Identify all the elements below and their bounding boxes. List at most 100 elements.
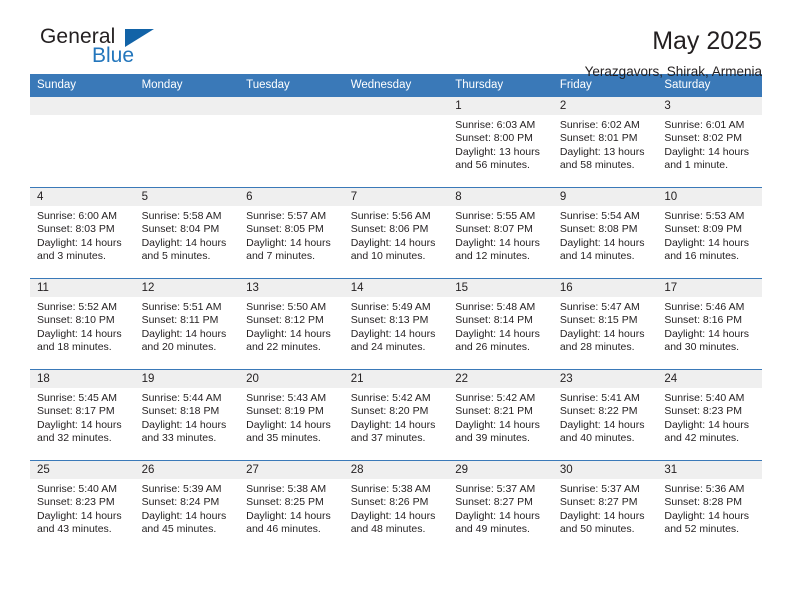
sunrise-text: Sunrise: 5:57 AM: [246, 210, 327, 222]
sunset-text: Sunset: 8:21 PM: [455, 405, 533, 418]
day-details: Sunrise: 5:51 AM Sunset: 8:11 PM Daylight:…: [135, 297, 240, 355]
daylight-text-line1: Daylight: 14 hours: [559, 509, 645, 522]
day-details: Sunrise: 5:42 AM Sunset: 8:20 PM Daylight:…: [344, 388, 449, 446]
calendar-day-cell[interactable]: 10 Sunrise: 5:53 AM Sunset: 8:09 PM Dayligh…: [657, 187, 762, 279]
daylight-text-line1: Daylight: 14 hours: [455, 418, 540, 431]
calendar-day-cell[interactable]: 2 Sunrise: 6:02 AM Sunset: 8:01 PM Daylight…: [552, 96, 658, 188]
day-details: Sunrise: 5:47 AM Sunset: 8:15 PM Daylight:…: [553, 297, 658, 355]
sunset-text: Sunset: 8:15 PM: [559, 314, 638, 327]
daylight-text-line1: Daylight: 14 hours: [350, 418, 436, 431]
sunset-text: Sunset: 8:16 PM: [664, 314, 743, 327]
day-details: Sunrise: 5:36 AM Sunset: 8:28 PM Daylight:…: [657, 479, 762, 537]
daylight-text-line1: Daylight: 14 hours: [141, 509, 227, 522]
sunset-text: Sunset: 8:17 PM: [37, 405, 115, 418]
sunset-text: Sunset: 8:05 PM: [246, 223, 324, 236]
day-number: 22: [448, 370, 553, 388]
daylight-text-line2: and 24 minutes.: [350, 341, 426, 354]
sunrise-text: Sunrise: 5:42 AM: [350, 392, 431, 404]
calendar-day-cell[interactable]: 16 Sunrise: 5:47 AM Sunset: 8:15 PM Dayligh…: [552, 278, 658, 370]
calendar-day-cell[interactable]: 8 Sunrise: 5:55 AM Sunset: 8:07 PM Daylight…: [448, 187, 553, 279]
sunset-text: Sunset: 8:00 PM: [455, 132, 533, 145]
daylight-text-line2: and 35 minutes.: [246, 432, 321, 445]
sunrise-text: Sunrise: 5:53 AM: [664, 210, 745, 222]
day-details: Sunrise: 5:56 AM Sunset: 8:06 PM Daylight:…: [344, 206, 449, 264]
day-number: 12: [134, 279, 240, 297]
calendar-day-cell[interactable]: 15 Sunrise: 5:48 AM Sunset: 8:14 PM Dayligh…: [448, 278, 553, 370]
calendar-day-cell[interactable]: 31 Sunrise: 5:36 AM Sunset: 8:28 PM Dayligh…: [657, 460, 762, 551]
calendar-day-cell[interactable]: 24 Sunrise: 5:40 AM Sunset: 8:23 PM Dayligh…: [657, 369, 762, 461]
calendar-day-cell[interactable]: 18 Sunrise: 5:45 AM Sunset: 8:17 PM Dayligh…: [30, 369, 135, 461]
daylight-text-line2: and 16 minutes.: [664, 250, 740, 263]
day-number: 21: [343, 370, 449, 388]
calendar-day-cell[interactable]: 23 Sunrise: 5:41 AM Sunset: 8:22 PM Dayligh…: [552, 369, 658, 461]
sunset-text: Sunset: 8:10 PM: [37, 314, 115, 327]
calendar-day-cell[interactable]: 20 Sunrise: 5:43 AM Sunset: 8:19 PM Dayligh…: [239, 369, 344, 461]
daylight-text-line2: and 7 minutes.: [246, 250, 316, 263]
sunrise-text: Sunrise: 5:36 AM: [664, 483, 745, 495]
day-details: Sunrise: 5:52 AM Sunset: 8:10 PM Daylight:…: [30, 297, 135, 355]
sunset-text: Sunset: 8:11 PM: [141, 314, 219, 327]
day-details: Sunrise: 5:44 AM Sunset: 8:18 PM Daylight:…: [135, 388, 240, 446]
calendar-day-cell[interactable]: 25 Sunrise: 5:40 AM Sunset: 8:23 PM Dayligh…: [30, 460, 135, 551]
calendar-day-cell[interactable]: 7 Sunrise: 5:56 AM Sunset: 8:06 PM Daylight…: [343, 187, 449, 279]
day-number: 3: [657, 97, 762, 115]
calendar-day-cell[interactable]: 27 Sunrise: 5:38 AM Sunset: 8:25 PM Dayligh…: [239, 460, 344, 551]
daylight-text-line1: Daylight: 14 hours: [37, 509, 122, 522]
sunset-text: Sunset: 8:06 PM: [350, 223, 429, 236]
daylight-text-line2: and 22 minutes.: [246, 341, 321, 354]
sunset-text: Sunset: 8:26 PM: [350, 496, 429, 509]
day-number: 23: [552, 370, 658, 388]
sunset-text: Sunset: 8:01 PM: [559, 132, 638, 145]
daylight-text-line2: and 43 minutes.: [37, 523, 112, 536]
calendar-day-cell[interactable]: 26 Sunrise: 5:39 AM Sunset: 8:24 PM Dayligh…: [134, 460, 240, 551]
sunset-text: Sunset: 8:04 PM: [141, 223, 220, 236]
calendar-day-cell[interactable]: 12 Sunrise: 5:51 AM Sunset: 8:11 PM Dayligh…: [134, 278, 240, 370]
calendar-body: 1 Sunrise: 6:03 AM Sunset: 8:00 PM Daylight…: [30, 96, 762, 551]
calendar-day-cell[interactable]: 30 Sunrise: 5:37 AM Sunset: 8:27 PM Dayligh…: [552, 460, 658, 551]
calendar-day-cell[interactable]: 5 Sunrise: 5:58 AM Sunset: 8:04 PM Daylight…: [134, 187, 240, 279]
calendar-day-cell[interactable]: 1 Sunrise: 6:03 AM Sunset: 8:00 PM Daylight…: [448, 96, 553, 188]
daylight-text-line1: Daylight: 14 hours: [246, 418, 331, 431]
sunrise-text: Sunrise: 5:56 AM: [350, 210, 431, 222]
calendar-week-row: 11 Sunrise: 5:52 AM Sunset: 8:10 PM Dayligh…: [30, 278, 762, 370]
calendar-day-cell[interactable]: 4 Sunrise: 6:00 AM Sunset: 8:03 PM Daylight…: [30, 187, 135, 279]
calendar-day-cell[interactable]: 13 Sunrise: 5:50 AM Sunset: 8:12 PM Dayligh…: [239, 278, 344, 370]
sunset-text: Sunset: 8:07 PM: [455, 223, 533, 236]
daylight-text-line2: and 32 minutes.: [37, 432, 112, 445]
day-number: 10: [657, 188, 762, 206]
general-blue-logo[interactable]: General Blue: [30, 26, 160, 74]
day-number: 4: [30, 188, 135, 206]
sunset-text: Sunset: 8:14 PM: [455, 314, 533, 327]
day-number: 19: [134, 370, 240, 388]
day-number: 29: [448, 461, 553, 479]
daylight-text-line2: and 18 minutes.: [37, 341, 112, 354]
sunrise-text: Sunrise: 5:58 AM: [141, 210, 222, 222]
day-number: [343, 97, 449, 115]
calendar-day-cell[interactable]: 28 Sunrise: 5:38 AM Sunset: 8:26 PM Dayligh…: [343, 460, 449, 551]
calendar-day-cell[interactable]: 22 Sunrise: 5:42 AM Sunset: 8:21 PM Dayligh…: [448, 369, 553, 461]
sunrise-text: Sunrise: 5:46 AM: [664, 301, 745, 313]
daylight-text-line1: Daylight: 14 hours: [559, 327, 645, 340]
calendar-day-cell[interactable]: 9 Sunrise: 5:54 AM Sunset: 8:08 PM Daylight…: [552, 187, 658, 279]
calendar-page: General Blue May 2025 Yerazgavors, Shira…: [0, 0, 792, 612]
day-details: Sunrise: 5:45 AM Sunset: 8:17 PM Daylight:…: [30, 388, 135, 446]
daylight-text-line2: and 30 minutes.: [664, 341, 740, 354]
daylight-text-line1: Daylight: 14 hours: [664, 327, 750, 340]
calendar-day-cell[interactable]: 14 Sunrise: 5:49 AM Sunset: 8:13 PM Dayligh…: [343, 278, 449, 370]
location-subtitle: Yerazgavors, Shirak, Armenia: [584, 63, 762, 79]
calendar-day-cell[interactable]: 29 Sunrise: 5:37 AM Sunset: 8:27 PM Dayligh…: [448, 460, 553, 551]
sunrise-sunset-calendar: Sunday Monday Tuesday Wednesday Thursday…: [30, 74, 762, 551]
daylight-text-line1: Daylight: 14 hours: [559, 236, 645, 249]
daylight-text-line2: and 26 minutes.: [455, 341, 530, 354]
daylight-text-line2: and 48 minutes.: [350, 523, 426, 536]
calendar-day-cell[interactable]: 11 Sunrise: 5:52 AM Sunset: 8:10 PM Dayligh…: [30, 278, 135, 370]
calendar-day-cell[interactable]: 3 Sunrise: 6:01 AM Sunset: 8:02 PM Daylight…: [657, 96, 762, 188]
calendar-day-cell[interactable]: 21 Sunrise: 5:42 AM Sunset: 8:20 PM Dayligh…: [343, 369, 449, 461]
calendar-day-cell[interactable]: 17 Sunrise: 5:46 AM Sunset: 8:16 PM Dayligh…: [657, 278, 762, 370]
daylight-text-line1: Daylight: 14 hours: [664, 236, 750, 249]
calendar-day-cell-empty: [343, 96, 449, 188]
daylight-text-line2: and 14 minutes.: [559, 250, 635, 263]
sunset-text: Sunset: 8:13 PM: [350, 314, 429, 327]
calendar-day-cell[interactable]: 19 Sunrise: 5:44 AM Sunset: 8:18 PM Dayligh…: [134, 369, 240, 461]
calendar-day-cell[interactable]: 6 Sunrise: 5:57 AM Sunset: 8:05 PM Daylight…: [239, 187, 344, 279]
